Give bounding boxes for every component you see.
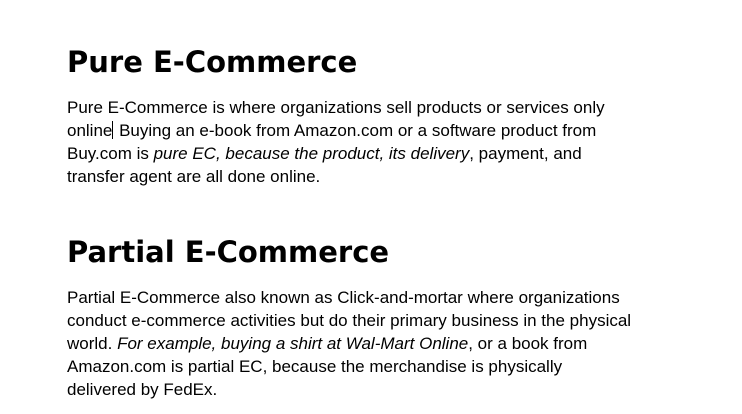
text-run: Buy.com is: [67, 144, 154, 163]
paragraph-pure-ecommerce[interactable]: Pure E-Commerce is where organizations s…: [67, 96, 707, 188]
paragraph-line: Pure E-Commerce is where organizations s…: [67, 98, 605, 117]
text-run: online: [67, 121, 113, 140]
italic-text-run: For example, buying a shirt at Wal-Mart …: [117, 334, 469, 353]
text-run: , or a book from: [468, 334, 588, 353]
paragraph-partial-ecommerce[interactable]: Partial E-Commerce also known as Click-a…: [67, 286, 707, 401]
paragraph-line: conduct e-commerce activities but do the…: [67, 311, 632, 330]
heading-pure-ecommerce: Pure E-Commerce: [67, 45, 358, 79]
paragraph-line: Partial E-Commerce also known as Click-a…: [67, 288, 620, 307]
italic-text-run: pure EC, because the product, its delive…: [153, 144, 470, 163]
text-run: , payment, and: [469, 144, 582, 163]
text-run: Buying an e-book from Amazon.com or a so…: [114, 121, 597, 140]
heading-partial-ecommerce: Partial E-Commerce: [67, 235, 390, 269]
paragraph-line: online Buying an e-book from Amazon.com …: [67, 119, 707, 142]
paragraph-line: world. For example, buying a shirt at Wa…: [67, 332, 707, 355]
text-run: world.: [67, 334, 118, 353]
paragraph-line: transfer agent are all done online.: [67, 167, 321, 186]
paragraph-line: delivered by FedEx.: [67, 380, 218, 399]
paragraph-line: Amazon.com is partial EC, because the me…: [67, 357, 563, 376]
paragraph-line: Buy.com is pure EC, because the product,…: [67, 142, 707, 165]
